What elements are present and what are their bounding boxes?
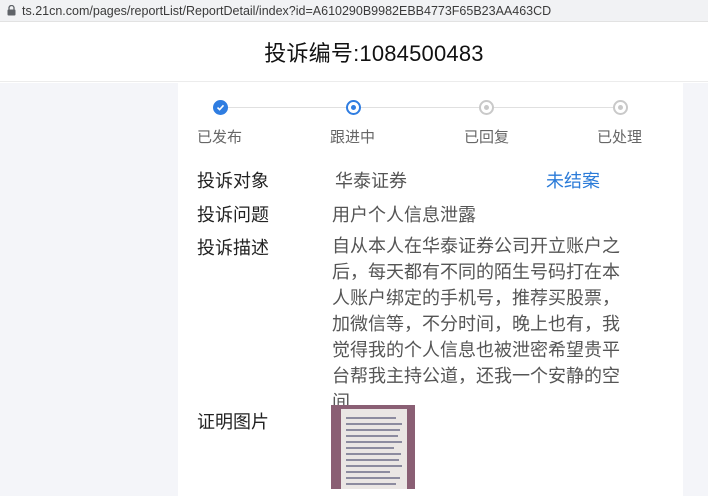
proof-label: 证明图片: [197, 412, 269, 433]
url-text[interactable]: ts.21cn.com/pages/reportList/ReportDetai…: [22, 4, 551, 18]
progress-track: [220, 107, 620, 108]
target-label: 投诉对象: [197, 171, 269, 192]
issue-value: 用户个人信息泄露: [332, 205, 476, 226]
lock-icon[interactable]: [0, 0, 22, 22]
step-label-following: 跟进中: [330, 128, 376, 146]
proof-image-thumbnail[interactable]: [331, 405, 415, 489]
left-gutter: [0, 83, 178, 496]
description-line: 人账户绑定的手机号，推荐买股票，: [332, 288, 620, 309]
complaint-detail: 已发布 跟进中 已回复 已处理 投诉对象 华泰证券 未结案 投诉问题 用户个人信…: [178, 83, 683, 496]
step-check-icon: [213, 100, 228, 115]
right-gutter: [683, 83, 708, 496]
page-title: 投诉编号:1084500483: [264, 41, 484, 66]
step-current-icon: [346, 100, 361, 115]
step-label-published: 已发布: [197, 128, 243, 146]
target-value[interactable]: 华泰证券: [335, 167, 407, 193]
progress-steps: 已发布 跟进中 已回复 已处理: [178, 83, 683, 153]
description-line: 自从本人在华泰证券公司开立账户之: [332, 236, 620, 257]
step-pending-icon: [479, 100, 494, 115]
document-photo: [341, 409, 407, 489]
description-line: 台帮我主持公道，还我一个安静的空: [332, 366, 620, 387]
page-header: 投诉编号:1084500483: [0, 23, 708, 82]
description-line: 后，每天都有不同的陌生号码打在本: [332, 262, 620, 283]
step-label-replied: 已回复: [464, 128, 510, 146]
address-bar[interactable]: ts.21cn.com/pages/reportList/ReportDetai…: [0, 0, 708, 22]
description-text: 自从本人在华泰证券公司开立账户之 后，每天都有不同的陌生号码打在本 人账户绑定的…: [332, 234, 654, 416]
description-label: 投诉描述: [197, 238, 269, 259]
description-line: 加微信等，不分时间，晚上也有，我: [332, 314, 620, 335]
issue-label: 投诉问题: [197, 205, 269, 226]
status-badge: 未结案: [546, 171, 600, 192]
step-pending-icon: [613, 100, 628, 115]
description-line: 觉得我的个人信息也被泄密希望贵平: [332, 340, 620, 361]
step-label-handled: 已处理: [597, 128, 643, 146]
